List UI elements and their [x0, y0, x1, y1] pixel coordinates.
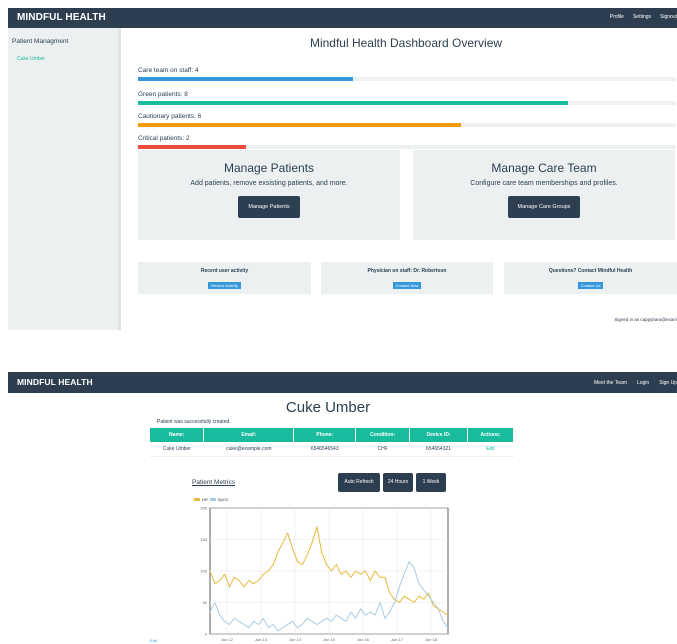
x-tick-label: Jun 17	[391, 637, 404, 642]
auto-refresh-button[interactable]: Auto Refresh	[338, 473, 380, 492]
physician-card: Physician on staff: Dr. Robertson Contac…	[321, 262, 493, 294]
progress-track	[138, 123, 676, 127]
sidebar: Patient Managment Cuke Umber	[8, 28, 121, 330]
manage-care-team-panel: Manage Care Team Configure care team mem…	[413, 150, 675, 240]
cell-email: cuke@example.com	[203, 442, 294, 457]
sidebar-item-patient[interactable]: Cuke Umber	[17, 56, 45, 62]
top-navbar: MINDFUL HEALTH Meet the Team Login Sign …	[8, 372, 677, 393]
nav-meet-team[interactable]: Meet the Team	[594, 380, 627, 386]
cell-name: Cuke Umber	[150, 442, 204, 457]
nav-settings[interactable]: Settings	[633, 14, 651, 20]
progress-bar-care-team	[138, 77, 354, 81]
24-hours-button[interactable]: 24 Hours	[383, 473, 413, 492]
progress-track	[138, 77, 676, 81]
flash-message: Patient was successfully created.	[157, 419, 231, 425]
patient-table: Name: Email: Phone: Condition: Device ID…	[150, 428, 514, 457]
card-title: Physician on staff: Dr. Robertson	[367, 268, 447, 274]
x-tick-label: Jun 14	[289, 637, 302, 642]
card-title: Recent user activity	[200, 268, 249, 274]
nav-profile[interactable]: Profile	[610, 14, 624, 20]
stat-care-team: Care team on staff: 4	[138, 67, 676, 81]
panel-text: Add patients, remove exsisting patients,…	[190, 180, 348, 187]
recent-activity-card: Recent user activity Review Activity	[138, 262, 311, 294]
edit-link-bottom[interactable]: Edit	[150, 638, 157, 643]
progress-bar-cautionary	[138, 123, 461, 127]
1-week-button[interactable]: 1 Week	[416, 473, 446, 492]
panel-text: Configure care team memberships and prof…	[470, 180, 618, 187]
review-activity-button[interactable]: Review Activity	[208, 282, 241, 289]
nav-links: Meet the Team Login Sign Up	[594, 380, 677, 386]
stat-cautionary: Cautionary patients: 6	[138, 113, 676, 127]
stat-critical: Critical patients: 2	[138, 135, 676, 149]
panel-heading: Manage Patients	[223, 161, 315, 175]
page-title: Mindful Health Dashboard Overview	[309, 36, 503, 50]
cell-phone: 6546546543	[293, 442, 356, 457]
brand-logo[interactable]: MINDFUL HEALTH	[17, 12, 106, 23]
progress-track	[138, 101, 676, 105]
manage-patients-panel: Manage Patients Add patients, remove exs…	[138, 150, 400, 240]
cell-condition: CHF	[355, 442, 410, 457]
table-header-row: Name: Email: Phone: Condition: Device ID…	[150, 428, 514, 442]
x-tick-label: Jun 13	[255, 637, 268, 642]
stat-label: Critical patients: 2	[138, 135, 190, 142]
manage-patients-button[interactable]: Manage Patients	[238, 196, 300, 218]
brand-logo[interactable]: MINDFUL HEALTH	[17, 377, 93, 387]
contact-us-button[interactable]: Contact Us	[577, 282, 604, 289]
dashboard-main: Mindful Health Dashboard Overview Care t…	[136, 28, 677, 330]
x-tick-label: Jun 18	[425, 637, 438, 642]
stat-green: Green patients: 8	[138, 91, 676, 105]
sidebar-title: Patient Managment	[12, 38, 69, 45]
x-tick-label: Jun 16	[357, 637, 370, 642]
stat-label: Cautionary patients: 6	[138, 113, 202, 120]
page-title: Cuke Umber	[285, 399, 371, 416]
col-header-condition: Condition:	[355, 428, 411, 442]
nav-links: Profile Settings Signout	[610, 14, 677, 20]
card-title: Questions? Contact Mindful Health	[548, 268, 633, 274]
stat-label: Green patients: 8	[138, 91, 188, 98]
patient-metrics-link[interactable]: Patient Metrics	[192, 479, 235, 486]
progress-bar-critical	[138, 145, 246, 149]
nav-signup[interactable]: Sign Up	[659, 380, 677, 386]
edit-link[interactable]: Edit	[467, 442, 514, 457]
table-row: Cuke Umber cuke@example.com 6546546543 C…	[150, 442, 514, 457]
dashboard-screen: MINDFUL HEALTH Profile Settings Signout …	[8, 8, 677, 330]
y-tick-label: 100	[200, 569, 207, 574]
y-tick-label: 50	[203, 600, 208, 605]
y-tick-label: 0	[205, 632, 208, 637]
y-tick-label: 200	[200, 506, 207, 511]
patient-metrics-chart: 0 50 100 150 200 Jun 12 Jun 13 Jun 14 Jun 15 Jun …	[200, 506, 449, 642]
col-header-name: Name:	[150, 428, 205, 442]
progress-bar-green	[138, 101, 569, 105]
signed-in-status: Signed in as cappybara@exam	[614, 317, 677, 322]
x-tick-label: Jun 12	[221, 637, 234, 642]
contact-now-button[interactable]: Contact Now	[392, 282, 422, 289]
y-tick-label: 150	[200, 537, 207, 542]
nav-login[interactable]: Login	[637, 380, 649, 386]
col-header-phone: Phone:	[293, 428, 357, 442]
col-header-device: Device ID:	[409, 428, 468, 442]
patient-detail-screen: MINDFUL HEALTH Meet the Team Login Sign …	[8, 372, 677, 644]
x-tick-label: Jun 15	[323, 637, 336, 642]
col-header-email: Email:	[203, 428, 295, 442]
stat-label: Care team on staff: 4	[138, 67, 199, 74]
col-header-actions: Actions:	[467, 428, 514, 442]
top-navbar: MINDFUL HEALTH Profile Settings Signout	[8, 8, 677, 28]
nav-signout[interactable]: Signout	[660, 14, 677, 20]
panel-heading: Manage Care Team	[491, 161, 597, 175]
questions-card: Questions? Contact Mindful Health Contac…	[504, 262, 677, 294]
manage-care-groups-button[interactable]: Manage Care Groups	[507, 196, 581, 218]
progress-track	[138, 145, 676, 149]
cell-device-id: 654654321	[409, 442, 468, 457]
